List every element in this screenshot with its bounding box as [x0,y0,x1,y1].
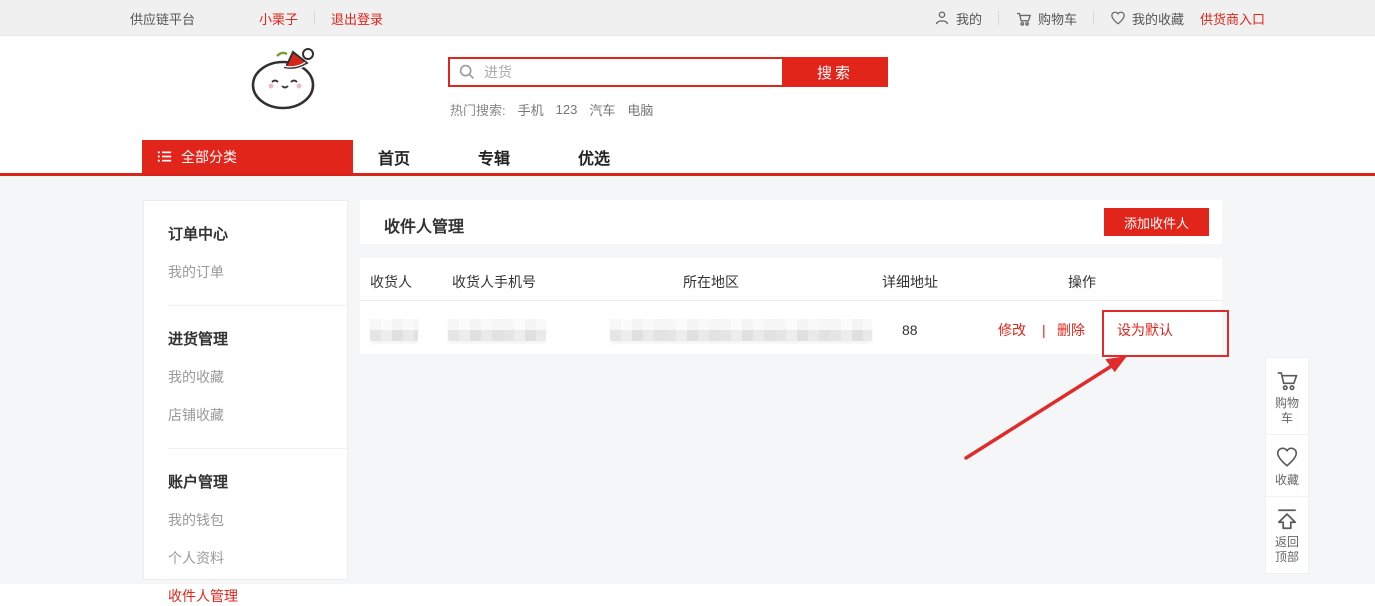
cart-icon [1275,368,1299,392]
nav-item-home[interactable]: 首页 [378,145,410,169]
table-header-divider [360,300,1222,301]
cart-label: 购物车 [1038,9,1077,28]
topbar-right: 我的 购物车 我的收藏 供货商入口 [934,0,1265,36]
recipient-table: 收货人 收货人手机号 所在地区 详细地址 操作 88 修改 | 删除 设为默认 [360,258,1222,354]
hot-keyword[interactable]: 手机 [518,100,544,119]
column-header-address: 详细地址 [882,272,938,292]
back-to-top-icon [1275,507,1299,531]
nav-item-albums[interactable]: 专辑 [478,145,510,169]
sidebar-item-recipient-management[interactable]: 收件人管理 [168,586,347,606]
topbar-left: 供应链平台 小栗子 退出登录 [130,0,383,36]
site-logo [246,44,326,114]
back-to-top-button[interactable]: 返回顶部 [1266,497,1308,573]
back-to-top-label: 返回顶部 [1274,535,1300,565]
cart-link[interactable]: 购物车 [1015,9,1077,28]
nav-items: 首页 专辑 优选 [378,140,610,173]
delete-link[interactable]: 删除 [1057,320,1085,340]
sidebar-item-shop-favorites[interactable]: 店铺收藏 [168,405,347,425]
cart-icon [1015,10,1032,27]
action-separator: | [1042,320,1046,340]
topbar: 供应链平台 小栗子 退出登录 我的 购物车 我的收藏 供货商入口 [0,0,1375,36]
hot-keyword[interactable]: 汽车 [589,100,615,119]
sidebar-group-account-management: 账户管理 [168,471,347,492]
sidebar-item-my-orders[interactable]: 我的订单 [168,262,347,282]
search-input[interactable] [448,57,782,87]
add-recipient-button[interactable]: 添加收件人 [1104,208,1209,236]
edit-link[interactable]: 修改 [998,320,1026,340]
column-header-operation: 操作 [1068,272,1096,292]
search-button[interactable]: 搜索 [782,57,888,87]
heart-icon [1110,10,1126,26]
sidebar-divider [168,305,347,306]
sidebar-group-order-center: 订单中心 [168,223,347,244]
all-categories-label: 全部分类 [181,147,237,167]
sidebar-item-my-wallet[interactable]: 我的钱包 [168,510,347,530]
sidebar-divider [168,448,347,449]
hot-keyword[interactable]: 123 [556,102,578,117]
floating-sidebar: 购物车 收藏 返回顶部 [1265,357,1309,574]
hot-search-label: 热门搜索: [450,100,506,119]
my-favorites-link[interactable]: 我的收藏 [1110,9,1184,28]
site-header: 搜索 热门搜索: 手机 123 汽车 电脑 [0,36,1375,140]
username-link[interactable]: 小栗子 [259,9,298,28]
topbar-divider [314,11,315,25]
redacted-phone-number [448,319,546,341]
sidebar: 订单中心 我的订单 进货管理 我的收藏 店铺收藏 账户管理 我的钱包 个人资料 … [143,200,348,580]
category-list-icon [157,149,172,164]
user-icon [934,10,950,26]
floating-favorites-label: 收藏 [1274,473,1300,488]
column-header-region: 所在地区 [683,272,739,292]
sidebar-group-purchase-management: 进货管理 [168,328,347,349]
heart-icon [1275,445,1299,469]
sidebar-item-my-favorites[interactable]: 我的收藏 [168,367,347,387]
search-bar: 搜索 [448,57,888,87]
floating-cart-label: 购物车 [1274,396,1300,426]
main-nav: 全部分类 首页 专辑 优选 [0,140,1375,173]
topbar-divider [998,11,999,25]
hot-search-line: 热门搜索: 手机 123 汽车 电脑 [450,100,653,119]
brand-label: 供应链平台 [130,9,195,28]
my-account-link[interactable]: 我的 [934,9,982,28]
supplier-entry-link[interactable]: 供货商入口 [1200,9,1265,28]
all-categories-button[interactable]: 全部分类 [142,140,353,173]
topbar-divider [1093,11,1094,25]
my-favorites-label: 我的收藏 [1132,9,1184,28]
sidebar-item-profile[interactable]: 个人资料 [168,548,347,568]
main-titlebar: 收件人管理 添加收件人 [360,200,1222,244]
redacted-region [610,319,872,341]
search-icon [458,63,476,81]
page-title: 收件人管理 [384,213,464,237]
set-default-link[interactable]: 设为默认 [1117,320,1173,340]
logout-link[interactable]: 退出登录 [331,9,383,28]
floating-cart-button[interactable]: 购物车 [1266,358,1308,435]
my-account-label: 我的 [956,9,982,28]
hot-keyword[interactable]: 电脑 [627,100,653,119]
floating-favorites-button[interactable]: 收藏 [1266,435,1308,497]
redacted-consignee-name [370,319,418,341]
address-cell: 88 [902,320,918,340]
nav-item-preferred[interactable]: 优选 [578,145,610,169]
column-header-consignee: 收货人 [370,272,412,292]
column-header-phone: 收货人手机号 [452,272,536,292]
